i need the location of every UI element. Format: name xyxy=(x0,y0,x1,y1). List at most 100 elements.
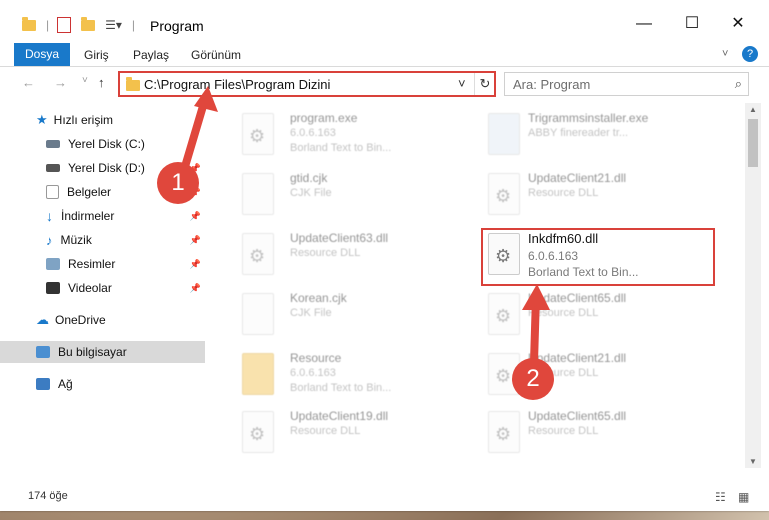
sidebar-item-label: Videolar xyxy=(68,281,112,295)
sidebar-item-network[interactable]: Ağ xyxy=(0,373,205,395)
scroll-up-icon[interactable]: ▲ xyxy=(749,105,757,114)
file-item[interactable]: UpdateClient63.dll Resource DLL xyxy=(232,229,472,285)
new-folder-icon[interactable] xyxy=(81,16,96,31)
file-type: Resource DLL xyxy=(528,187,599,199)
dll-file-icon xyxy=(242,233,274,275)
star-icon: ★ xyxy=(36,112,48,127)
properties-icon[interactable] xyxy=(57,17,72,33)
file-name: gtid.cjk xyxy=(290,171,328,185)
file-type: CJK File xyxy=(290,187,332,199)
sidebar-item-disk-c[interactable]: Yerel Disk (C:) xyxy=(0,133,205,155)
sidebar-item-downloads[interactable]: ↓ İndirmeler 📌 xyxy=(0,205,205,227)
documents-icon xyxy=(46,185,59,199)
dll-file-icon xyxy=(488,173,520,215)
pin-icon[interactable]: 📌 xyxy=(190,211,201,222)
search-placeholder: Ara: Program xyxy=(513,77,591,92)
file-type: CJK File xyxy=(290,307,332,319)
up-arrow-icon[interactable]: ↑ xyxy=(98,75,105,90)
sidebar-item-quick-access[interactable]: ★ Hızlı erişim xyxy=(0,109,205,131)
file-item[interactable]: Korean.cjk CJK File xyxy=(232,289,472,345)
back-arrow-icon[interactable]: ← xyxy=(22,75,35,90)
sidebar-item-label: Hızlı erişim xyxy=(53,113,113,127)
refresh-icon[interactable]: ↻ xyxy=(474,73,495,95)
file-item[interactable]: UpdateClient21.dll Resource DLL xyxy=(478,169,718,225)
computer-icon xyxy=(36,346,50,358)
file-item[interactable]: Trigrammsinstaller.exe ABBY finereader t… xyxy=(478,109,718,165)
installer-file-icon xyxy=(488,113,520,155)
pin-icon[interactable]: 📌 xyxy=(190,259,201,270)
file-item[interactable]: Resource 6.0.6.163 Borland Text to Bin..… xyxy=(232,349,472,405)
dll-file-icon xyxy=(488,411,520,453)
file-type: Resource DLL xyxy=(528,307,599,319)
item-count: 174 öğe xyxy=(28,490,68,502)
sidebar-item-label: Ağ xyxy=(58,377,73,391)
file-name: Korean.cjk xyxy=(290,291,347,305)
tab-share[interactable]: Paylaş xyxy=(133,48,169,62)
maximize-button[interactable]: ☐ xyxy=(678,12,706,36)
sidebar-item-label: Müzik xyxy=(60,233,92,247)
details-view-icon[interactable]: ☷ xyxy=(715,490,726,504)
recent-locations-icon[interactable]: ˅ xyxy=(82,75,88,86)
file-item[interactable]: program.exe 6.0.6.163 Borland Text to Bi… xyxy=(232,109,472,165)
close-button[interactable]: ✕ xyxy=(724,12,752,36)
file-name: UpdateClient19.dll xyxy=(290,409,389,423)
help-icon[interactable]: ? xyxy=(742,46,758,62)
tab-home[interactable]: Giriş xyxy=(84,48,109,62)
pictures-icon xyxy=(46,258,60,270)
file-name: program.exe xyxy=(290,111,358,125)
dll-file-icon xyxy=(488,293,520,335)
forward-arrow-icon[interactable]: → xyxy=(54,75,67,90)
sidebar-item-videos[interactable]: Videolar 📌 xyxy=(0,277,205,299)
folder-icon xyxy=(22,16,36,31)
sidebar-item-onedrive[interactable]: ☁ OneDrive xyxy=(0,309,205,331)
ribbon xyxy=(0,40,769,67)
file-type: Resource DLL xyxy=(290,247,361,259)
network-icon xyxy=(36,378,50,390)
customize-icon[interactable]: ☰▾ xyxy=(105,18,122,32)
file-item[interactable]: UpdateClient19.dll Resource DLL xyxy=(232,407,472,463)
file-version: 6.0.6.163 xyxy=(290,127,336,139)
tab-file[interactable]: Dosya xyxy=(14,43,70,66)
step-badge-1: 1 xyxy=(157,162,199,204)
drive-icon xyxy=(46,164,60,172)
pin-icon[interactable]: 📌 xyxy=(190,283,201,294)
file-description: ABBY finereader tr... xyxy=(528,127,629,139)
vertical-scrollbar[interactable]: ▲ ▼ xyxy=(745,103,761,468)
sidebar-item-this-pc[interactable]: Bu bilgisayar xyxy=(0,341,205,363)
large-icons-view-icon[interactable]: ▦ xyxy=(738,490,749,504)
exe-file-icon xyxy=(242,113,274,155)
file-highlight-box xyxy=(481,228,715,286)
dll-file-icon xyxy=(242,411,274,453)
sidebar-item-label: Belgeler xyxy=(67,185,112,199)
file-item[interactable]: UpdateClient65.dll Resource DLL xyxy=(478,407,718,463)
scrollbar-thumb[interactable] xyxy=(748,119,758,167)
sidebar-item-pictures[interactable]: Resimler 📌 xyxy=(0,253,205,275)
step-badge-2: 2 xyxy=(512,358,554,400)
address-bar[interactable]: C:\Program Files\Program Dizini ˅ xyxy=(118,71,496,97)
folder-icon xyxy=(242,353,274,395)
sidebar-item-label: İndirmeler xyxy=(61,209,115,223)
file-item[interactable]: gtid.cjk CJK File xyxy=(232,169,472,225)
scroll-down-icon[interactable]: ▼ xyxy=(749,457,757,466)
collapse-ribbon-icon[interactable]: ˅ xyxy=(722,48,728,60)
file-version: 6.0.6.163 xyxy=(290,367,336,379)
explorer-window: | ☰▾ | Program — ☐ ✕ Dosya Giriş Paylaş … xyxy=(0,0,769,511)
download-icon: ↓ xyxy=(46,208,53,224)
file-description: Borland Text to Bin... xyxy=(290,142,392,154)
file-icon xyxy=(242,293,274,335)
file-item[interactable]: UpdateClient65.dll Resource DLL xyxy=(478,289,718,345)
sidebar-item-label: Bu bilgisayar xyxy=(58,345,127,359)
pin-icon[interactable]: 📌 xyxy=(190,235,201,246)
tab-view[interactable]: Görünüm xyxy=(191,48,241,62)
file-name: UpdateClient65.dll xyxy=(528,291,627,305)
chevron-down-icon[interactable]: ˅ xyxy=(458,76,466,91)
sidebar-item-music[interactable]: ♪ Müzik 📌 xyxy=(0,229,205,251)
quick-access-toolbar: | ☰▾ | xyxy=(22,16,135,34)
minimize-button[interactable]: — xyxy=(630,12,658,36)
file-name: UpdateClient63.dll xyxy=(290,231,389,245)
video-icon xyxy=(46,282,60,294)
file-type: Resource DLL xyxy=(528,425,599,437)
separator: | xyxy=(131,18,136,32)
search-input[interactable]: Ara: Program ⌕ xyxy=(504,72,749,96)
file-name: Resource xyxy=(290,351,342,365)
